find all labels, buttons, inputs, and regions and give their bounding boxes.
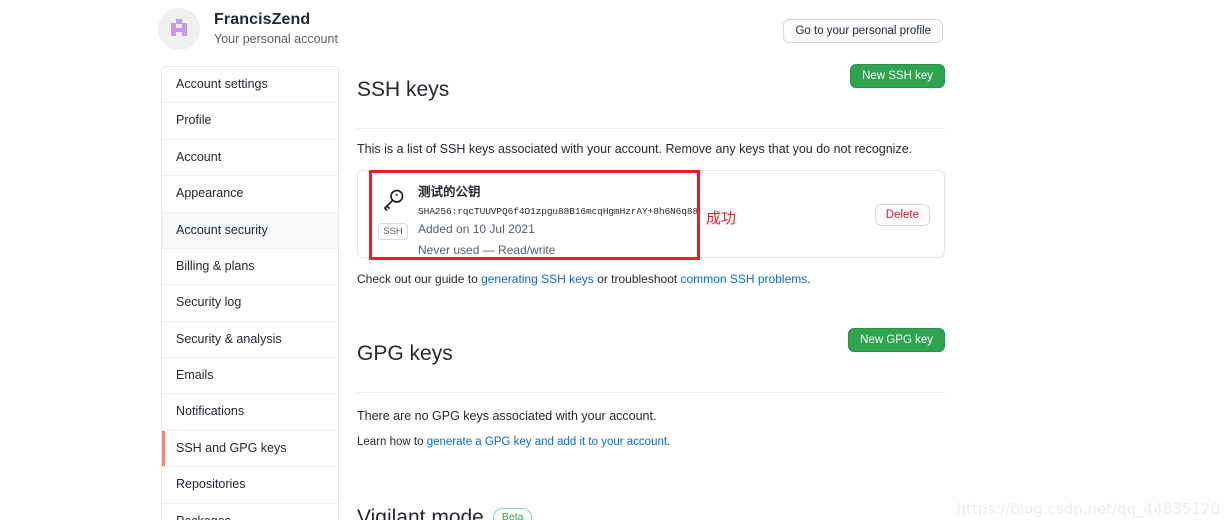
account-subtitle: Your personal account bbox=[214, 32, 338, 47]
gpg-keys-section: GPG keys New GPG key There are no GPG ke… bbox=[357, 324, 945, 448]
ssh-key-icon-column: SSH bbox=[372, 184, 414, 241]
sidebar-item-label: Security & analysis bbox=[176, 331, 282, 346]
ssh-key-fingerprint: SHA256:rqcTUUVPQ6f4O1zpgu88B16mcqHgmHzrA… bbox=[418, 205, 699, 217]
vigilant-mode-section: Vigilant mode Beta Flag unsigned commits… bbox=[357, 488, 945, 520]
ssh-keys-card: SSH 测试的公钥 SHA256:rqcTUUVPQ6f4O1zpgu88B16… bbox=[357, 170, 945, 261]
common-ssh-problems-link[interactable]: common SSH problems bbox=[681, 272, 808, 286]
sidebar-item-label: Emails bbox=[176, 368, 214, 382]
settings-page: FrancisZend Your personal account Go to … bbox=[0, 0, 1228, 520]
sidebar-item-label: Account security bbox=[176, 222, 268, 237]
delete-ssh-key-button[interactable]: Delete bbox=[874, 204, 930, 227]
sidebar-item-billing-and-plans[interactable]: Billing & plans bbox=[162, 248, 338, 286]
sidebar-item-label: Notifications bbox=[176, 404, 245, 419]
sidebar-item-label: Billing & plans bbox=[176, 258, 255, 273]
sidebar-item-label: SSH and GPG keys bbox=[176, 440, 287, 455]
ssh-key-info: 测试的公钥 SHA256:rqcTUUVPQ6f4O1zpgu88B16mcqH… bbox=[414, 184, 930, 259]
sidebar-item-profile[interactable]: Profile bbox=[162, 103, 338, 140]
ssh-guide-line: Check out our guide to generating SSH ke… bbox=[357, 272, 945, 286]
sidebar-item-label: Security log bbox=[176, 295, 242, 310]
sidebar-item-label: Profile bbox=[176, 113, 212, 128]
beta-badge: Beta bbox=[492, 507, 533, 520]
sidebar-item-packages[interactable]: Packages bbox=[162, 503, 338, 520]
sidebar-item-security-log[interactable]: Security log bbox=[162, 285, 338, 322]
ssh-guide-prefix: Check out our guide to bbox=[357, 272, 482, 287]
ssh-section-header: SSH keys New SSH key bbox=[357, 60, 945, 130]
vigilant-section-header: Vigilant mode Beta bbox=[357, 488, 945, 520]
sidebar-item-account[interactable]: Account bbox=[162, 139, 338, 177]
gpg-section-title: GPG keys bbox=[357, 342, 453, 366]
avatar[interactable] bbox=[158, 8, 200, 50]
go-to-personal-profile-button[interactable]: Go to your personal profile bbox=[783, 19, 943, 43]
ssh-type-badge: SSH bbox=[378, 223, 408, 241]
sidebar-item-label: Repositories bbox=[176, 477, 246, 492]
sidebar-item-appearance[interactable]: Appearance bbox=[162, 176, 338, 213]
settings-sidebar: Account settings Profile Account Appeara… bbox=[161, 66, 339, 520]
gpg-learn-line: Learn how to generate a GPG key and add … bbox=[357, 436, 945, 448]
account-login: FrancisZend bbox=[214, 11, 311, 29]
sidebar-item-ssh-and-gpg-keys[interactable]: SSH and GPG keys bbox=[162, 430, 338, 468]
sidebar-item-repositories[interactable]: Repositories bbox=[162, 467, 338, 504]
main-content: SSH keys New SSH key This is a list of S… bbox=[357, 60, 945, 520]
vigilant-section-title: Vigilant mode bbox=[357, 505, 484, 520]
sidebar-item-account-security[interactable]: Account security bbox=[162, 212, 338, 249]
vigilant-section-title-wrap: Vigilant mode Beta bbox=[357, 505, 533, 520]
key-icon bbox=[380, 187, 406, 218]
generate-gpg-key-link[interactable]: generate a GPG key and add it to your ac… bbox=[427, 436, 667, 448]
sidebar-item-emails[interactable]: Emails bbox=[162, 358, 338, 395]
watermark: https://blog.csdn.net/qq_44835120 bbox=[956, 500, 1220, 518]
gpg-learn-suffix: . bbox=[667, 435, 671, 448]
sidebar-item-notifications[interactable]: Notifications bbox=[162, 394, 338, 431]
sidebar-item-account-settings[interactable]: Account settings bbox=[162, 67, 338, 104]
gpg-empty-text: There are no GPG keys associated with yo… bbox=[357, 409, 657, 424]
sidebar-item-label: Packages bbox=[176, 514, 231, 520]
ssh-guide-middle: or troubleshoot bbox=[593, 272, 681, 287]
new-gpg-key-button[interactable]: New GPG key bbox=[848, 328, 945, 353]
ssh-key-added-date: Added on 10 Jul 2021 bbox=[418, 222, 535, 237]
new-ssh-key-button[interactable]: New SSH key bbox=[850, 64, 945, 88]
gpg-section-header: GPG keys New GPG key bbox=[357, 324, 945, 394]
sidebar-item-label: Appearance bbox=[176, 186, 244, 201]
sidebar-item-security-and-analysis[interactable]: Security & analysis bbox=[162, 321, 338, 358]
annotation-label: 成功 bbox=[706, 209, 737, 228]
ssh-guide-suffix: . bbox=[807, 272, 811, 287]
generating-ssh-keys-link[interactable]: generating SSH keys bbox=[481, 272, 594, 286]
sidebar-item-label: Account bbox=[176, 149, 222, 164]
account-header: FrancisZend Your personal account bbox=[158, 8, 338, 50]
account-names: FrancisZend Your personal account bbox=[214, 10, 338, 48]
gpg-learn-prefix: Learn how to bbox=[357, 435, 427, 448]
ssh-section-title: SSH keys bbox=[357, 78, 450, 102]
ssh-keys-section: SSH keys New SSH key This is a list of S… bbox=[357, 60, 945, 286]
ssh-key-usage: Never used — Read/write bbox=[418, 242, 556, 257]
ssh-section-description: This is a list of SSH keys associated wi… bbox=[357, 142, 913, 157]
ssh-key-title: 测试的公钥 bbox=[418, 185, 481, 200]
sidebar-item-label: Account settings bbox=[176, 77, 268, 91]
user-avatar-logo-icon bbox=[171, 19, 187, 36]
ssh-key-row: SSH 测试的公钥 SHA256:rqcTUUVPQ6f4O1zpgu88B16… bbox=[358, 171, 944, 257]
